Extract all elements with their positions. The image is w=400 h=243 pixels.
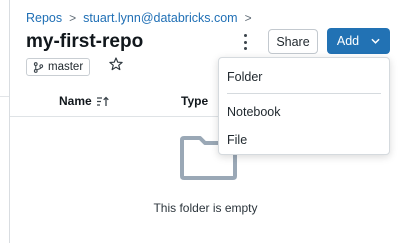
empty-state-message: This folder is empty [153,201,258,215]
breadcrumb: Repos > stuart.lynn@databricks.com > [26,11,259,25]
column-header-name-label: Name [59,94,92,108]
breadcrumb-user-link[interactable]: stuart.lynn@databricks.com [83,11,237,25]
branch-selector-button[interactable]: master [26,58,91,76]
menu-item-file[interactable]: File [227,133,247,147]
kebab-menu-icon[interactable] [241,34,249,50]
share-button[interactable]: Share [268,29,318,54]
menu-divider [227,93,381,94]
branch-name: master [48,61,84,73]
add-dropdown-menu: Folder Notebook File [218,57,390,155]
kebab-dot [243,34,247,37]
breadcrumb-separator: > [244,11,252,25]
column-header-name[interactable]: Name [59,94,109,108]
menu-item-folder[interactable]: Folder [227,70,262,84]
kebab-dot [243,47,247,50]
repo-panel: Repos > stuart.lynn@databricks.com > my-… [9,0,400,243]
kebab-dot [243,40,247,44]
git-branch-icon [33,61,44,73]
star-icon[interactable] [108,56,124,72]
breadcrumb-repos-link[interactable]: Repos [26,11,62,25]
add-button-label: Add [336,34,360,48]
page-title: my-first-repo [26,31,144,52]
table-header: Name Type [10,89,230,117]
sort-ascending-icon [96,96,109,106]
sidebar-edge-divider [0,96,9,97]
add-button[interactable]: Add [327,28,390,54]
chevron-down-icon [371,38,380,44]
breadcrumb-separator: > [69,11,77,25]
column-header-type[interactable]: Type [181,94,208,108]
menu-item-notebook[interactable]: Notebook [227,105,281,119]
